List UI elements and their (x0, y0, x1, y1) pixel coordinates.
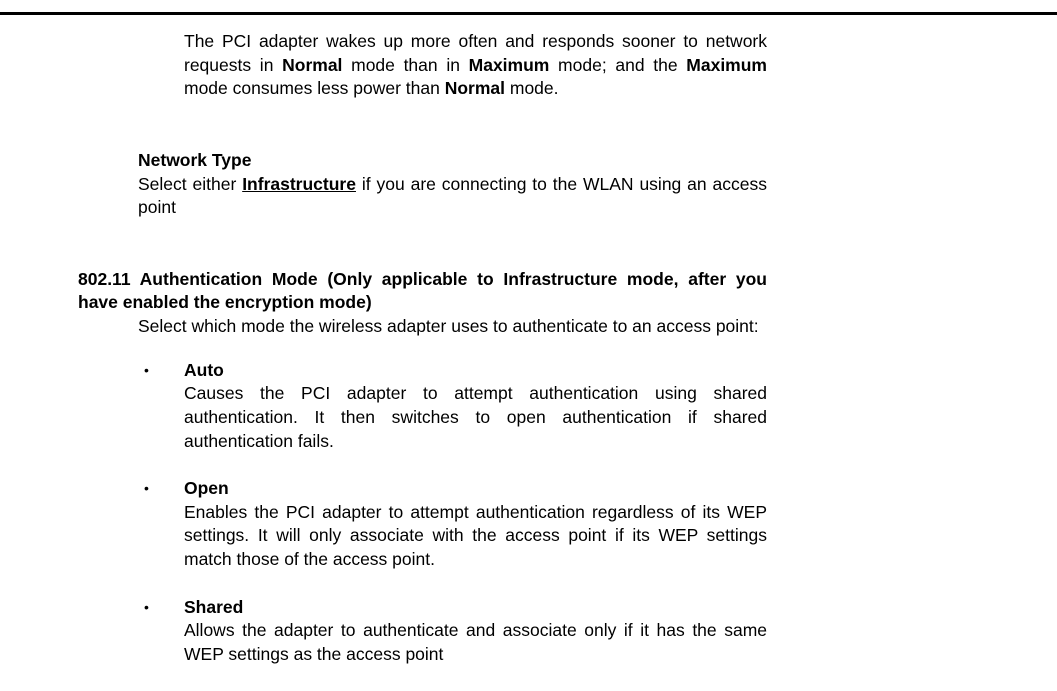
power-mode-paragraph: The PCI adapter wakes up more often and … (184, 30, 767, 101)
shared-body: Allows the adapter to authenticate and a… (184, 620, 767, 664)
auto-body: Causes the PCI adapter to attempt authen… (184, 383, 767, 450)
page-content: The PCI adapter wakes up more often and … (78, 30, 767, 691)
auth-mode-body: Select which mode the wireless adapter u… (138, 315, 767, 339)
text-run: mode than in (342, 55, 468, 75)
auth-mode-heading: 802.11 Authentication Mode (Only applica… (78, 268, 767, 315)
auth-mode-section: 802.11 Authentication Mode (Only applica… (78, 268, 767, 667)
normal-label: Normal (282, 55, 342, 75)
infrastructure-label: Infrastructure (242, 174, 356, 194)
open-body: Enables the PCI adapter to attempt authe… (184, 502, 767, 569)
text-run: Select either (138, 174, 242, 194)
text-run: mode. (505, 78, 559, 98)
bullet-icon: • (144, 477, 149, 499)
list-item-open: • Open Enables the PCI adapter to attemp… (138, 477, 767, 572)
shared-label: Shared (184, 597, 243, 617)
maximum-label: Maximum (469, 55, 550, 75)
open-label: Open (184, 478, 229, 498)
bullet-icon: • (144, 359, 149, 381)
network-type-section: Network Type Select either Infrastructur… (138, 149, 767, 220)
list-item-auto: • Auto Causes the PCI adapter to attempt… (138, 359, 767, 454)
auto-label: Auto (184, 360, 224, 380)
network-type-body: Select either Infrastructure if you are … (138, 173, 767, 220)
auth-mode-list: • Auto Causes the PCI adapter to attempt… (138, 359, 767, 667)
text-run: mode; and the (549, 55, 686, 75)
bullet-icon: • (144, 596, 149, 618)
list-item-shared: • Shared Allows the adapter to authentic… (138, 596, 767, 667)
maximum-label-2: Maximum (686, 55, 767, 75)
text-run: mode consumes less power than (184, 78, 445, 98)
normal-label-2: Normal (445, 78, 505, 98)
header-rule (0, 12, 1057, 15)
network-type-heading: Network Type (138, 149, 767, 173)
